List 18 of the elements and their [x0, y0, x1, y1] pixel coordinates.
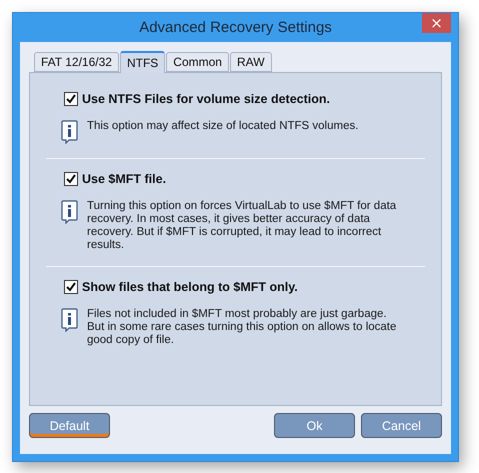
info-icon — [61, 308, 78, 332]
info-icon — [61, 120, 78, 144]
option-label: Use $MFT file. — [82, 172, 166, 186]
checkbox[interactable] — [64, 280, 78, 294]
option-label: Use NTFS Files for volume size detection. — [82, 92, 330, 106]
tab[interactable]: NTFS — [120, 51, 166, 73]
tab[interactable]: FAT 12/16/32 — [34, 52, 119, 72]
window-title: Advanced Recovery Settings — [139, 19, 332, 36]
checkbox[interactable] — [64, 92, 78, 106]
close-button[interactable]: × — [422, 13, 451, 33]
tab[interactable]: RAW — [230, 52, 272, 72]
tab[interactable]: Common — [166, 52, 229, 72]
option-description: This option may affect size of located NTFS volumes. — [87, 120, 360, 134]
info-icon — [61, 200, 78, 224]
option-description: Turning this option on forces VirtualLab to use $MFT for data recovery. In most cases, it gives better accuracy of data recovery. But if $MFT is corrupted, it may lead to incorrect results. — [87, 200, 398, 252]
checkbox[interactable] — [64, 172, 78, 186]
option-description: Files not included in $MFT most probably are just garbage. But in some rare cases turning this option on allows to locate good copy of file. — [87, 308, 398, 347]
option-label: Show files that belong to $MFT only. — [82, 280, 298, 294]
